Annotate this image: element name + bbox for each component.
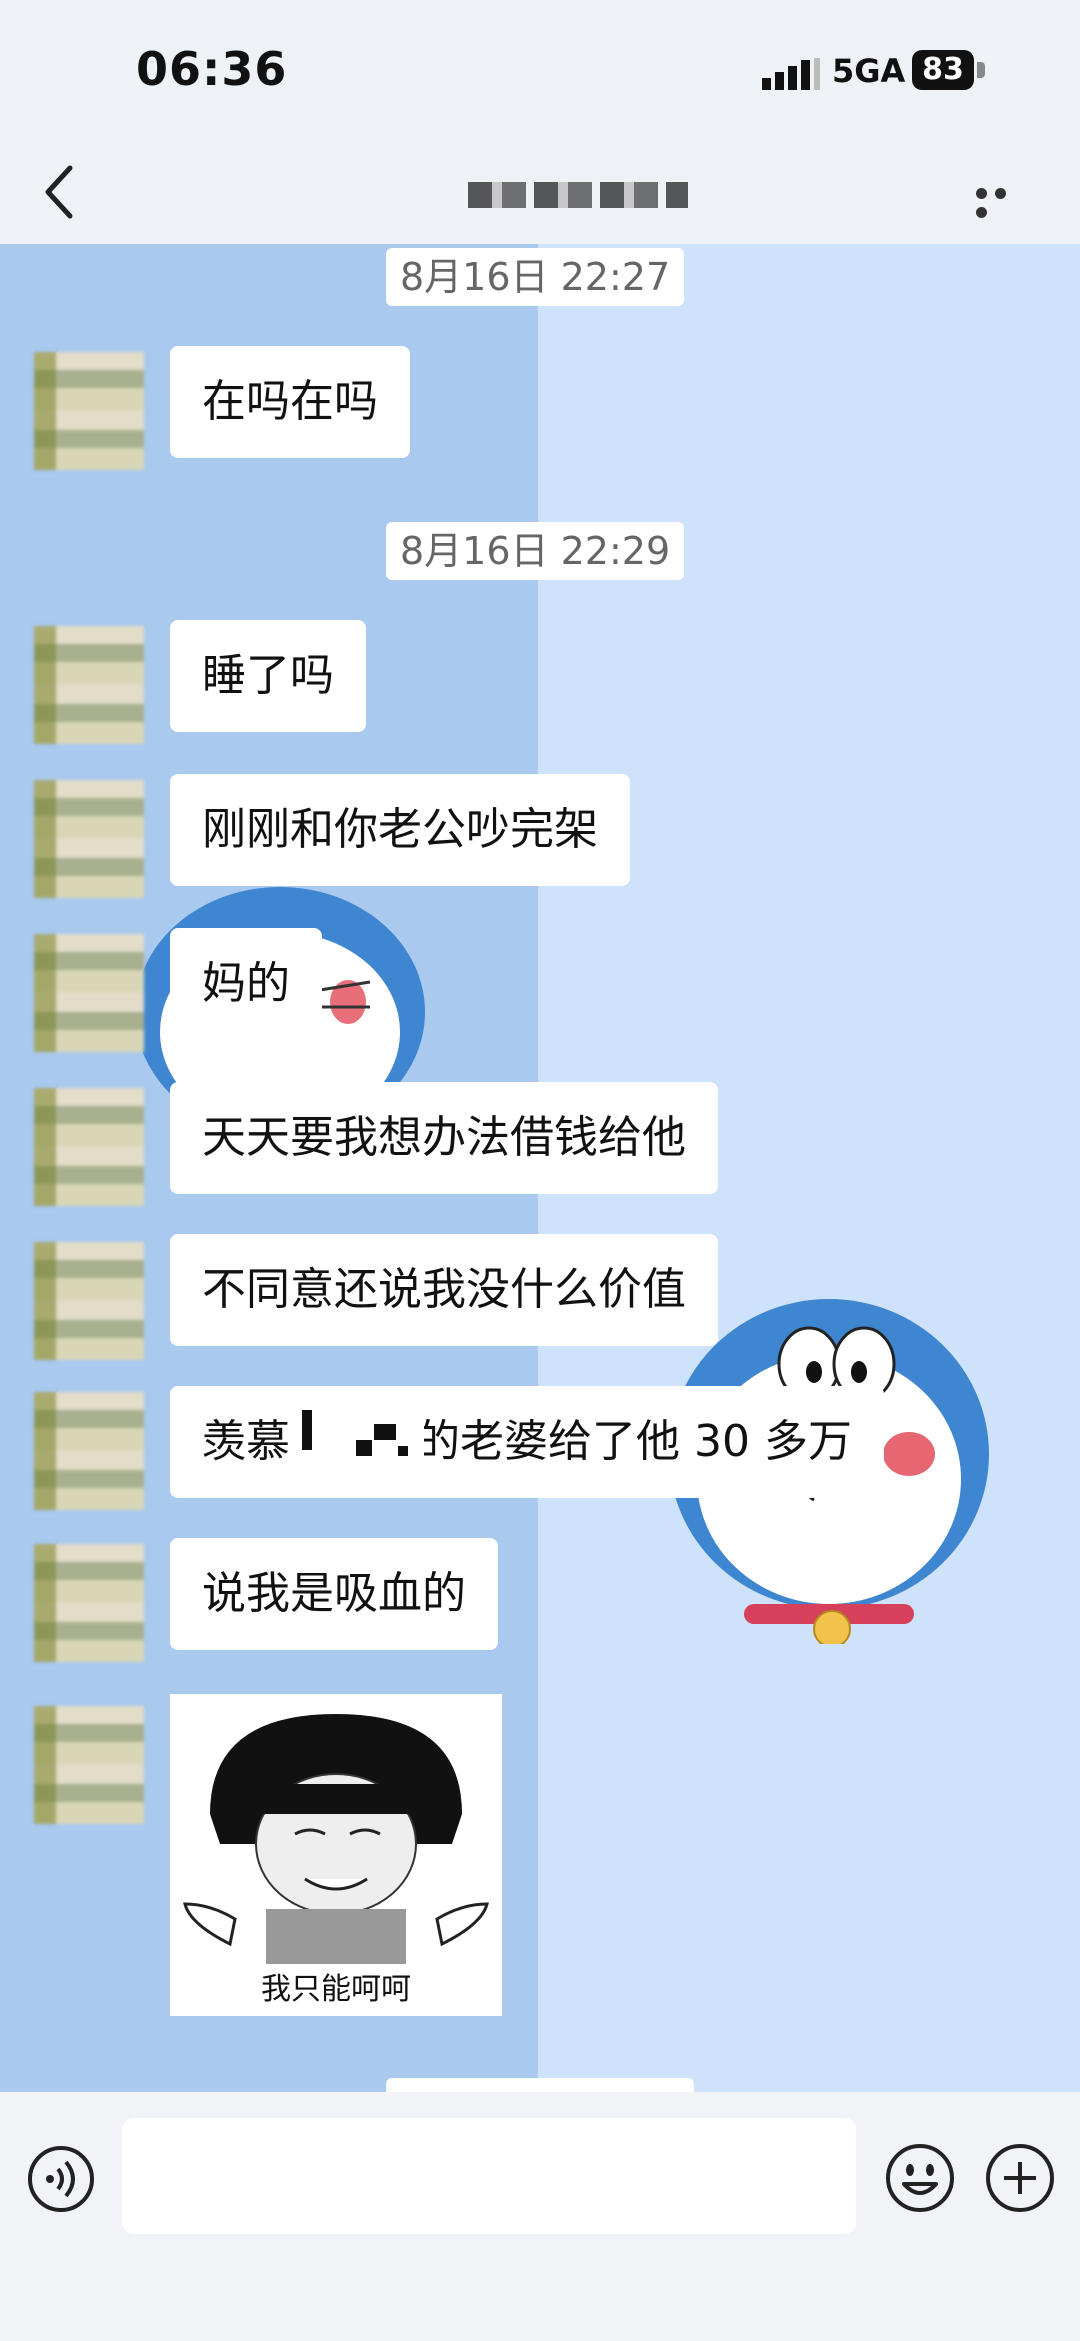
network-type: 5GA — [832, 52, 906, 90]
avatar[interactable] — [34, 780, 144, 898]
signal-icon — [762, 58, 820, 90]
message-text-after: 的老婆给了他 30 多万 — [416, 1416, 852, 1467]
message-bubble[interactable]: 在吗在吗 — [170, 346, 410, 458]
avatar[interactable] — [34, 1544, 144, 1662]
chevron-left-icon[interactable] — [40, 164, 80, 220]
avatar[interactable] — [34, 352, 144, 470]
sticker-message[interactable]: 我只能呵呵 — [170, 1694, 502, 2016]
plus-icon[interactable] — [984, 2142, 1056, 2214]
message-input[interactable] — [122, 2118, 856, 2234]
timestamp: 8月16日 22:27 — [386, 248, 685, 306]
avatar[interactable] — [34, 934, 144, 1052]
battery-level: 83 — [912, 50, 974, 90]
status-bar: 06:36 5GA 83 — [0, 0, 1080, 140]
timestamp-partial — [386, 2078, 694, 2092]
timestamp: 8月16日 22:29 — [386, 522, 685, 580]
message-bubble[interactable]: 羡慕 的老婆给了他 30 多万 — [170, 1386, 884, 1498]
ellipsis-icon[interactable] — [976, 184, 1032, 218]
avatar[interactable] — [34, 1242, 144, 1360]
message-bubble[interactable]: 天天要我想办法借钱给他 — [170, 1082, 718, 1194]
input-bar — [0, 2092, 1080, 2341]
message-bubble[interactable]: 妈的 — [170, 928, 322, 1040]
avatar[interactable] — [34, 1706, 144, 1824]
message-bubble[interactable]: 不同意还说我没什么价值 — [170, 1234, 718, 1346]
battery-icon — [977, 62, 985, 78]
emoji-icon[interactable] — [884, 2142, 956, 2214]
message-bubble[interactable]: 睡了吗 — [170, 620, 366, 732]
voice-icon[interactable] — [26, 2144, 96, 2214]
message-text-before: 羡慕 — [202, 1416, 290, 1467]
avatar[interactable] — [34, 626, 144, 744]
meme-face-icon — [183, 1714, 489, 1964]
avatar[interactable] — [34, 1088, 144, 1206]
message-bubble[interactable]: 刚刚和你老公吵完架 — [170, 774, 630, 886]
chat-header — [0, 140, 1080, 244]
sticker-caption: 我只能呵呵 — [261, 1972, 411, 2007]
status-time: 06:36 — [136, 42, 288, 96]
chat-area[interactable]: 8月16日 22:27 在吗在吗 8月16日 22:29 睡了吗 刚刚和你老公吵… — [0, 244, 1080, 2092]
message-bubble[interactable]: 说我是吸血的 — [170, 1538, 498, 1650]
avatar[interactable] — [34, 1392, 144, 1510]
contact-name-redacted — [468, 182, 688, 208]
redaction-mosaic — [298, 1390, 424, 1480]
